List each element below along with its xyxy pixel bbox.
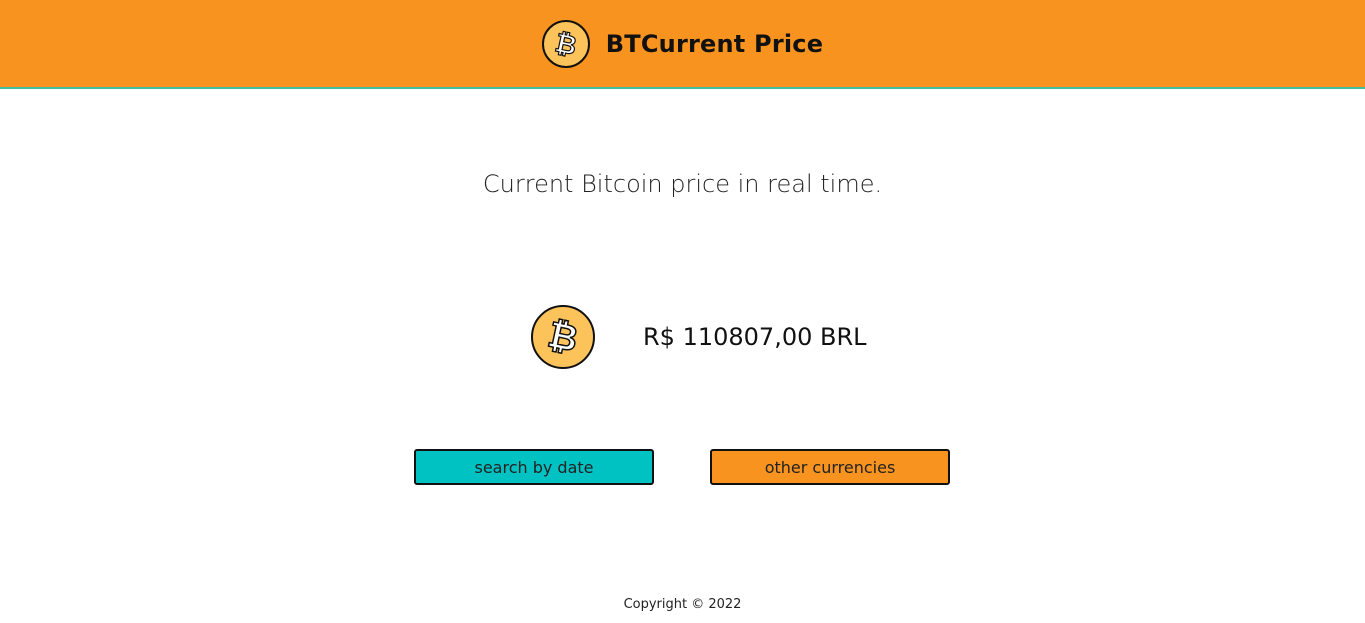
price-display: ₿ R$ 110807,00 BRL xyxy=(531,305,867,369)
price-value: R$ 110807,00 BRL xyxy=(643,323,867,351)
page-subtitle: Current Bitcoin price in real time. xyxy=(482,170,883,198)
copyright-text: Copyright © 2022 xyxy=(623,597,742,612)
other-currencies-button[interactable]: other currencies xyxy=(710,449,950,485)
bitcoin-icon: ₿ xyxy=(531,305,595,369)
search-by-date-button[interactable]: search by date xyxy=(414,449,654,485)
brand[interactable]: ₿ BTCurrent Price xyxy=(541,19,824,68)
app-title: BTCurrent Price xyxy=(605,29,824,58)
bitcoin-icon: ₿ xyxy=(541,19,590,68)
header-bar: ₿ BTCurrent Price xyxy=(0,0,1365,89)
